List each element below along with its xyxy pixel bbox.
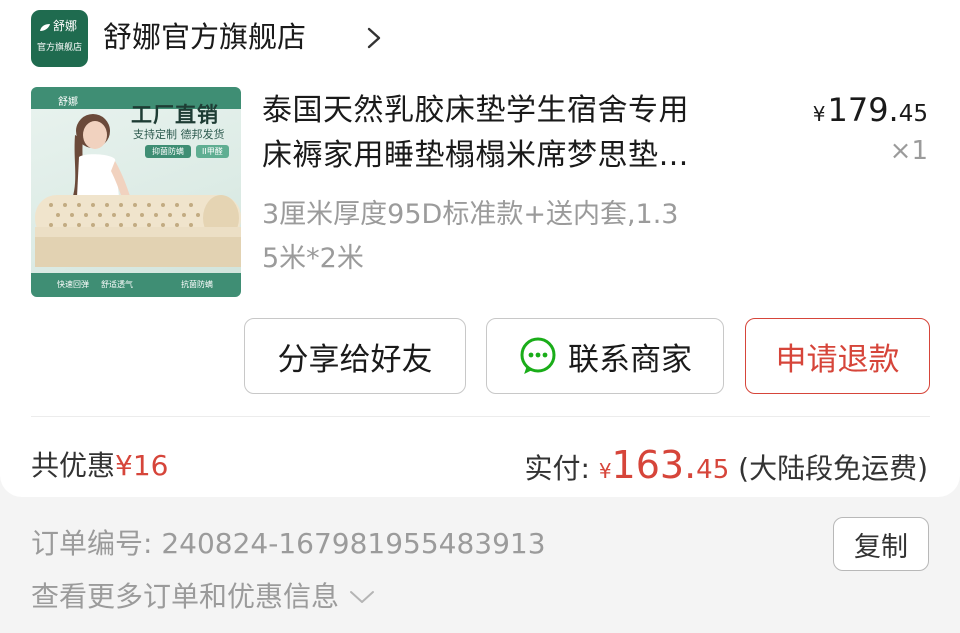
share-button-label: 分享给好友 (277, 341, 433, 378)
product-title[interactable]: 泰国天然乳胶床垫学生宿舍专用 床褥家用睡垫榻榻米席梦思垫… (262, 88, 772, 178)
unit-price: ¥179.45 (813, 90, 928, 134)
discount-summary: 共优惠¥16 (31, 447, 168, 485)
copy-button-label: 复制 (854, 531, 908, 563)
product-spec-line: 5米*2米 (262, 243, 364, 274)
thumbnail-feature: 抗菌防螨 (181, 280, 213, 289)
paid-decimal: 45 (696, 455, 730, 485)
paid-integer: 163. (611, 443, 697, 487)
product-spec: 3厘米厚度95D标准款+送内套,1.3 5米*2米 (262, 193, 782, 281)
thumbnail-headline: 工厂直销 (131, 103, 219, 127)
quantity: ×1 (889, 136, 928, 166)
paid-label: 实付: (524, 452, 599, 485)
price-integer: 179. (827, 91, 899, 129)
thumbnail-tag: II甲醛 (196, 145, 229, 158)
discount-amount: ¥16 (115, 449, 169, 482)
request-refund-label: 申请退款 (775, 341, 900, 378)
chevron-down-icon (350, 591, 375, 603)
more-order-info-label: 查看更多订单和优惠信息 (31, 580, 340, 613)
order-number: 订单编号: 240824-167981955483913 (31, 525, 546, 563)
product-spec-line: 3厘米厚度95D标准款+送内套,1.3 (262, 199, 679, 230)
order-number-label: 订单编号: (31, 527, 162, 560)
share-button[interactable]: 分享给好友 (244, 318, 466, 394)
price-decimal: 45 (898, 101, 928, 127)
logo-name: 舒娜 (53, 19, 78, 33)
product-title-line: 泰国天然乳胶床垫学生宿舍专用 (262, 93, 689, 128)
discount-label: 共优惠 (31, 449, 116, 482)
chevron-right-icon[interactable] (366, 27, 382, 49)
thumbnail-brand: 舒娜 (58, 97, 78, 108)
product-title-line: 床褥家用睡垫榻榻米席梦思垫… (262, 138, 689, 173)
contact-seller-button[interactable]: 联系商家 (486, 318, 724, 394)
chat-bubble-icon (520, 337, 556, 374)
shipping-note: (大陆段免运费) (729, 452, 928, 485)
thumbnail-subline: 支持定制 德邦发货 (133, 128, 225, 141)
thumbnail-feature: 快速回弹 (57, 280, 89, 289)
contact-seller-label: 联系商家 (568, 341, 692, 378)
price-currency: ¥ (812, 102, 826, 126)
order-card: 舒娜 官方旗舰店 舒娜官方旗舰店 舒娜 工厂直销 支持定制 德邦发货 抑菌防螨 … (0, 0, 960, 497)
more-order-info-link[interactable]: 查看更多订单和优惠信息 (31, 578, 375, 616)
leaf-icon (40, 24, 50, 31)
logo-subtitle: 官方旗舰店 (36, 43, 82, 53)
request-refund-button[interactable]: 申请退款 (745, 318, 930, 394)
paid-total: 实付: ¥163.45 (大陆段免运费) (524, 441, 928, 495)
store-logo[interactable]: 舒娜 官方旗舰店 (31, 10, 88, 67)
product-thumbnail[interactable]: 舒娜 工厂直销 支持定制 德邦发货 抑菌防螨 II甲醛 快速回弹 舒适透气 抗菌… (31, 87, 241, 297)
paid-currency: ¥ (598, 459, 612, 483)
thumbnail-feature: 舒适透气 (101, 280, 133, 289)
copy-button[interactable]: 复制 (833, 517, 929, 571)
thumbnail-tag: 抑菌防螨 (145, 145, 191, 158)
divider (31, 416, 930, 417)
store-name[interactable]: 舒娜官方旗舰店 (103, 18, 306, 56)
order-number-value: 240824-167981955483913 (161, 527, 546, 560)
